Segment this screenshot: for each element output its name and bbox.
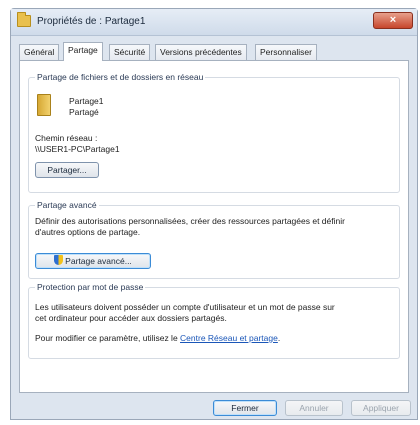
cancel-button[interactable]: Annuler [285,400,343,416]
password-protection-description: Les utilisateurs doivent posséder un com… [35,302,335,312]
advanced-sharing-description: Définir des autorisations personnalisées… [35,216,345,226]
tab-customize[interactable]: Personnaliser [255,44,317,60]
modify-setting-suffix: . [277,333,281,343]
password-protection-legend: Protection par mot de passe [35,282,146,292]
apply-button[interactable]: Appliquer [351,400,411,416]
tab-previous-versions[interactable]: Versions précédentes [155,44,247,60]
advanced-sharing-button-label: Partage avancé... [65,256,132,266]
close-button[interactable]: × [373,12,413,29]
network-path-value: \\USER1-PC\Partage1 [35,144,120,154]
title-bar: Propriétés de : Partage1 × [11,9,417,36]
tab-sharing[interactable]: Partage [63,42,103,61]
modify-setting-prefix: Pour modifier ce paramètre, utilisez le [35,333,181,343]
tab-security[interactable]: Sécurité [109,44,151,60]
network-sharing-group: Partage de fichiers et de dossiers en ré… [28,72,400,193]
shield-icon [54,255,64,265]
advanced-sharing-legend: Partage avancé [35,200,99,210]
close-dialog-button[interactable]: Fermer [213,400,277,416]
network-path-label: Chemin réseau : [35,133,98,143]
advanced-sharing-group: Partage avancé Définir des autorisations… [28,200,400,279]
window-title: Propriétés de : Partage1 [37,16,146,27]
share-button[interactable]: Partager... [35,162,99,178]
close-icon: × [389,14,397,26]
network-center-link[interactable]: Centre Réseau et partage [180,333,278,343]
properties-window: Propriétés de : Partage1 × Général Parta… [10,8,418,420]
tab-general[interactable]: Général [19,44,60,60]
folder-icon [37,94,51,116]
folder-icon [17,12,31,27]
advanced-sharing-description-2: d'autres options de partage. [35,227,141,237]
advanced-sharing-button[interactable]: Partage avancé... [35,253,151,269]
tab-bar: Général Partage Sécurité Versions précéd… [19,42,409,61]
sharing-panel: Partage de fichiers et de dossiers en ré… [19,60,409,393]
network-sharing-legend: Partage de fichiers et de dossiers en ré… [35,72,206,82]
modify-setting-text: Pour modifier ce paramètre, utilisez le … [35,333,280,343]
share-name: Partage1 [69,96,104,106]
password-protection-description-2: cet ordinateur pour accéder aux dossiers… [35,313,227,323]
share-status: Partagé [69,107,99,117]
password-protection-group: Protection par mot de passe Les utilisat… [28,282,400,359]
